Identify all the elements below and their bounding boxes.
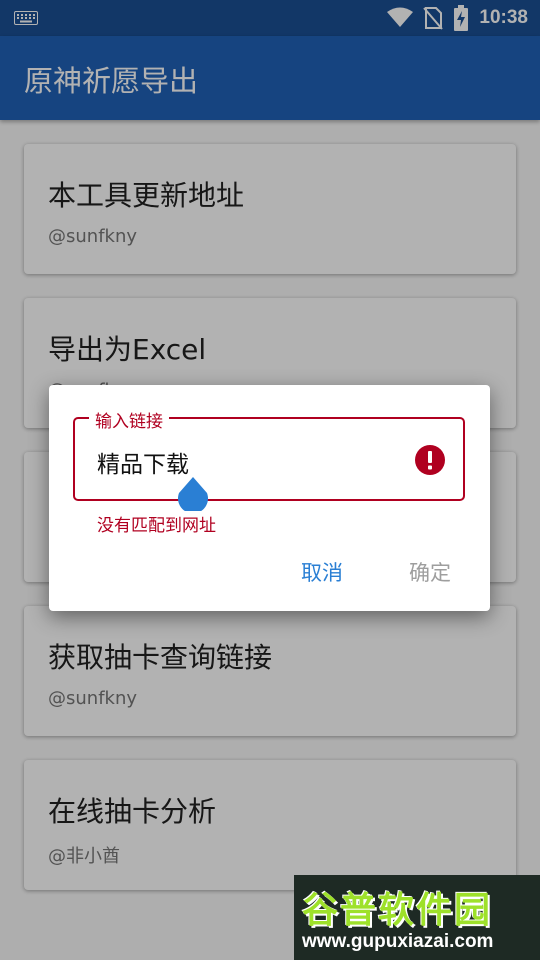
input-link-dialog: 输入链接 精品下载 没有匹配到网址 取消 确定	[49, 385, 490, 611]
error-icon	[415, 445, 445, 475]
text-cursor-handle-icon[interactable]	[177, 477, 209, 511]
watermark-url: www.gupuxiazai.com	[302, 931, 494, 952]
watermark-brand: 谷普软件园	[302, 890, 493, 931]
cancel-button[interactable]: 取消	[289, 555, 355, 591]
link-input-value[interactable]: 精品下载	[97, 445, 189, 479]
error-message: 没有匹配到网址	[97, 516, 216, 536]
link-input-label: 输入链接	[89, 407, 169, 432]
confirm-button[interactable]: 确定	[397, 555, 463, 591]
modal-scrim-top[interactable]	[0, 0, 540, 120]
watermark: 谷普软件园 www.gupuxiazai.com	[294, 875, 540, 960]
